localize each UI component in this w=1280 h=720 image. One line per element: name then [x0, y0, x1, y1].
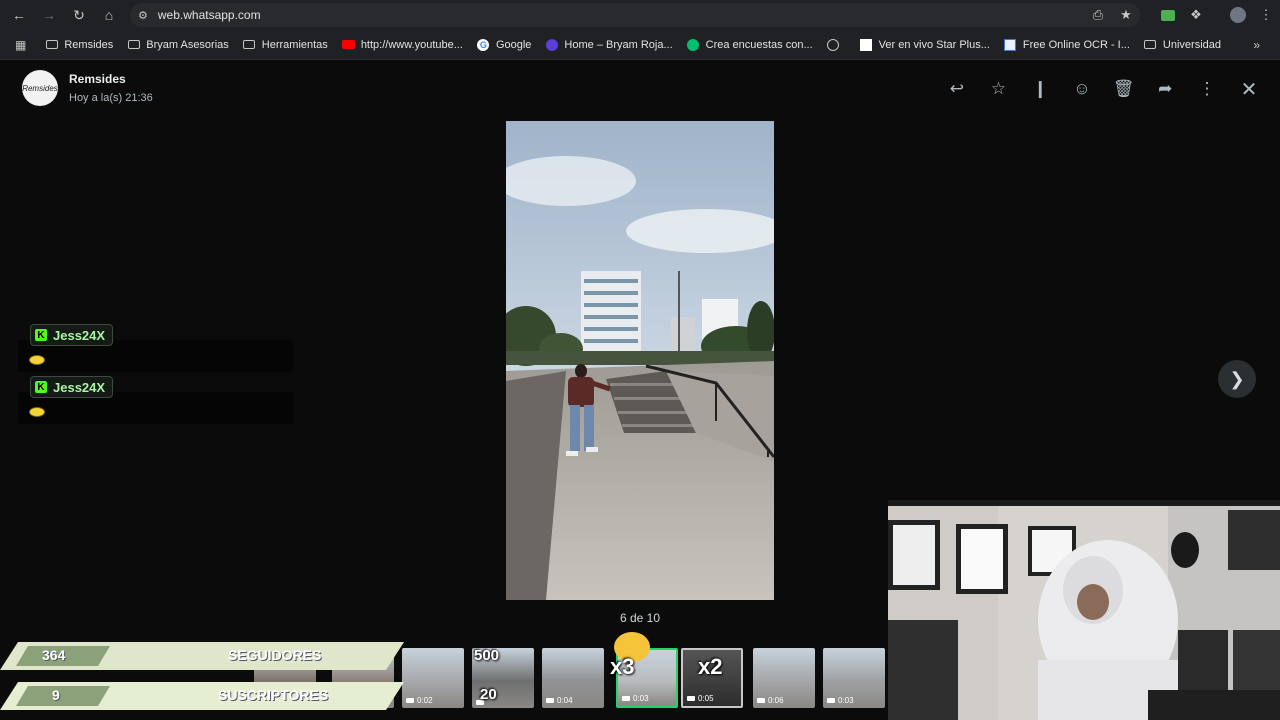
thumbnail-duration: 0:04: [546, 696, 573, 705]
media-thumbnail[interactable]: 0:02: [402, 648, 464, 708]
install-app-icon[interactable]: ⎙: [1084, 1, 1112, 29]
media-counter: 6 de 10: [619, 611, 661, 625]
globe-icon: [827, 38, 840, 51]
webcam-image: [888, 500, 1280, 720]
multiplier-b: x2: [698, 654, 723, 679]
chat-username: K Jess24X: [30, 376, 114, 398]
media-video[interactable]: [506, 121, 774, 600]
emote-icon: [29, 355, 45, 365]
thumbnail-duration: 0:06: [757, 696, 784, 705]
next-media-button[interactable]: ❯: [1218, 360, 1256, 398]
bookmark-google[interactable]: G Google: [470, 33, 538, 57]
chat-username-text: Jess24X: [53, 327, 106, 343]
bookmark-remsides[interactable]: Remsides: [38, 33, 120, 57]
multiplier-a: x3: [610, 654, 635, 679]
home-icon[interactable]: ⌂: [94, 0, 124, 30]
folder-icon: [45, 39, 58, 51]
address-bar[interactable]: ⚙ web.whatsapp.com: [130, 3, 1140, 27]
followers-label: SEGUIDORES: [228, 647, 322, 663]
media-thumbnail[interactable]: 0:06: [753, 648, 815, 708]
apps-grid-icon[interactable]: ▦: [8, 33, 38, 57]
browser-menu-icon[interactable]: ⋮: [1252, 1, 1280, 29]
bookmark-home-bryam[interactable]: Home – Bryam Roja...: [538, 33, 679, 57]
youtube-icon: [341, 39, 355, 51]
bookmark-encuestas[interactable]: Crea encuestas con...: [680, 33, 820, 57]
kick-logo-icon: K: [35, 329, 47, 341]
emote-icon: [29, 407, 45, 417]
google-icon: G: [477, 38, 490, 51]
close-icon[interactable]: ✕: [1236, 76, 1262, 102]
bookmark-universidad[interactable]: Universidad: [1137, 33, 1228, 57]
sent-time: Hoy a la(s) 21:36: [69, 92, 153, 104]
bookmark-star-plus[interactable]: Ver en vivo Star Plus...: [853, 33, 997, 57]
sender-name: Remsides: [69, 72, 126, 86]
bookmark-label: Bryam Asesorias: [146, 38, 229, 51]
extensions-puzzle-icon[interactable]: ❖: [1182, 1, 1210, 29]
browser-toolbar: ← → ↻ ⌂ ⚙ web.whatsapp.com ⎙ ★ ❖ ⋮: [0, 0, 1280, 30]
avatar[interactable]: Remsides: [22, 70, 58, 106]
pin-icon[interactable]: ❙: [1019, 78, 1061, 100]
reload-icon[interactable]: ↻: [64, 0, 94, 30]
more-options-icon[interactable]: ⋮: [1186, 78, 1228, 100]
bookmark-label: Ver en vivo Star Plus...: [878, 38, 990, 51]
skatepark-video-frame: [506, 121, 774, 600]
forward-arrow-icon[interactable]: →: [34, 0, 64, 30]
media-thumbnail[interactable]: 0:03: [823, 648, 885, 708]
more-bookmarks-icon[interactable]: »: [1253, 38, 1260, 52]
bookmark-label: Herramientas: [261, 38, 328, 51]
bookmark-globe[interactable]: [820, 33, 853, 57]
folder-icon: [127, 39, 140, 51]
bookmark-label: Google: [495, 38, 532, 51]
thumbnail-duration: 0:03: [827, 696, 854, 705]
bookmark-ocr[interactable]: Free Online OCR - I...: [997, 33, 1137, 57]
bookmark-label: Home – Bryam Roja...: [564, 38, 673, 51]
folder-icon: [243, 39, 256, 51]
bookmark-label: Universidad: [1162, 38, 1221, 51]
subscribers-label: SUSCRIPTORES: [218, 687, 329, 703]
back-arrow-icon[interactable]: ←: [4, 0, 34, 30]
surveymonkey-icon: [687, 38, 700, 51]
forward-icon[interactable]: ➦: [1144, 78, 1186, 100]
thumbnail-duration: 0:05: [687, 694, 714, 703]
subscribers-count: 9: [52, 687, 60, 703]
bookmark-youtube[interactable]: http://www.youtube...: [335, 33, 470, 57]
media-viewer-header: Remsides Remsides Hoy a la(s) 21:36 ↩ ☆ …: [0, 62, 1280, 116]
kick-logo-icon: K: [35, 381, 47, 393]
extension-green-icon[interactable]: [1154, 1, 1182, 29]
react-emoji-icon[interactable]: ☺: [1061, 78, 1103, 100]
delete-icon[interactable]: 🗑: [1103, 78, 1145, 100]
site-settings-icon[interactable]: ⚙: [138, 9, 148, 22]
reply-icon[interactable]: ↩: [936, 78, 978, 100]
site-icon: [545, 38, 558, 51]
bookmark-label: http://www.youtube...: [360, 38, 463, 51]
folder-icon: [1144, 39, 1157, 51]
bookmark-label: Crea encuestas con...: [705, 38, 813, 51]
followers-count: 364: [42, 647, 66, 663]
webcam-feed: [888, 500, 1280, 720]
bookmark-star-icon[interactable]: ★: [1112, 1, 1140, 29]
thumbnail-duration: 0:03: [622, 694, 649, 703]
bookmark-label: Free Online OCR - I...: [1022, 38, 1130, 51]
bookmarks-bar: ▦ Remsides Bryam Asesorias Herramientas …: [0, 30, 1280, 60]
ocr-icon: [1004, 38, 1017, 51]
goal-top-value: 500: [474, 647, 500, 664]
chat-username-text: Jess24X: [53, 379, 106, 395]
star-icon[interactable]: ☆: [978, 78, 1020, 100]
bookmark-herramientas[interactable]: Herramientas: [236, 33, 335, 57]
bookmark-label: Remsides: [64, 38, 114, 51]
goal-bottom-value: 20: [480, 686, 497, 703]
profile-avatar-icon[interactable]: [1224, 1, 1252, 29]
url-text: web.whatsapp.com: [157, 8, 261, 22]
chat-username: K Jess24X: [30, 324, 114, 346]
media-thumbnail[interactable]: 0:04: [542, 648, 604, 708]
bookmark-bryam-asesorias[interactable]: Bryam Asesorias: [120, 33, 236, 57]
chevron-right-icon: ❯: [1229, 368, 1245, 389]
page-icon: [860, 38, 873, 51]
